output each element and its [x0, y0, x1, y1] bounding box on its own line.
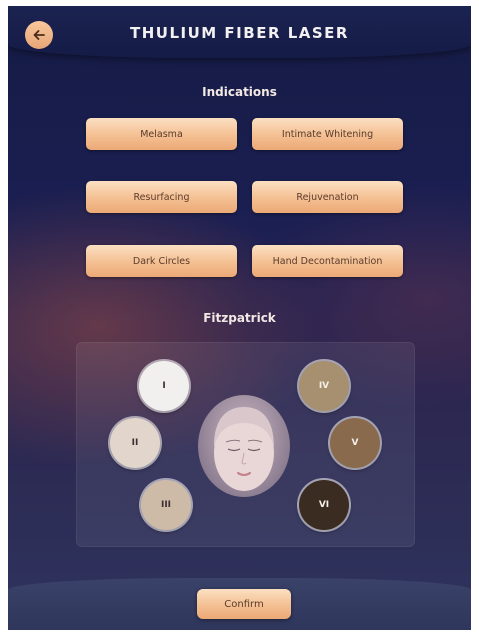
indication-intimate-whitening-button[interactable]: Intimate Whitening — [252, 118, 403, 150]
skin-type-iv-button[interactable]: IV — [299, 361, 349, 411]
skin-type-v-button[interactable]: V — [330, 418, 380, 468]
app-screen: THULIUM FIBER LASER Indications Melasma … — [8, 6, 471, 630]
indications-title: Indications — [202, 85, 277, 99]
skin-type-ii-button[interactable]: II — [110, 418, 160, 468]
indication-rejuvenation-button[interactable]: Rejuvenation — [252, 181, 403, 213]
indication-melasma-button[interactable]: Melasma — [86, 118, 237, 150]
skin-type-vi-button[interactable]: VI — [299, 480, 349, 530]
header-bar: THULIUM FIBER LASER — [8, 6, 471, 58]
skin-type-iii-button[interactable]: III — [141, 480, 191, 530]
skin-type-i-button[interactable]: I — [139, 361, 189, 411]
indication-resurfacing-button[interactable]: Resurfacing — [86, 181, 237, 213]
indication-dark-circles-button[interactable]: Dark Circles — [86, 245, 237, 277]
confirm-button[interactable]: Confirm — [197, 589, 291, 619]
face-icon — [198, 395, 290, 497]
page-title: THULIUM FIBER LASER — [130, 24, 349, 42]
indication-hand-decontamination-button[interactable]: Hand Decontamination — [252, 245, 403, 277]
fitzpatrick-title: Fitzpatrick — [203, 311, 276, 325]
